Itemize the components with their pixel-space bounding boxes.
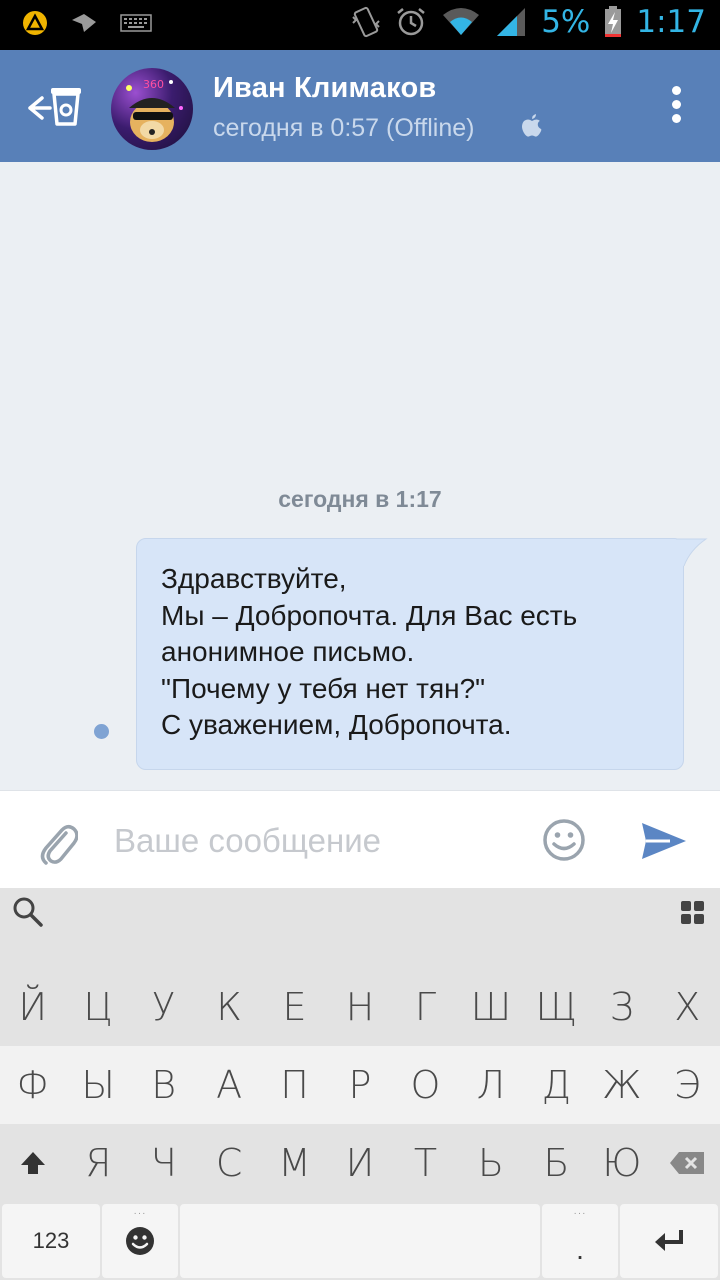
compose-bar <box>0 790 720 888</box>
key[interactable]: Н <box>327 968 392 1046</box>
key[interactable]: Е <box>262 968 327 1046</box>
paperclip-icon[interactable] <box>36 819 78 867</box>
last-seen-status: сегодня в 0:57 (Offline) <box>213 114 475 142</box>
backspace-icon <box>670 1152 705 1174</box>
key[interactable]: Д <box>524 1046 589 1124</box>
apple-icon <box>522 114 542 137</box>
key[interactable]: Б <box>524 1124 589 1202</box>
key[interactable]: Я <box>65 1124 130 1202</box>
contact-name[interactable]: Иван Климаков <box>213 72 436 105</box>
key[interactable]: М <box>262 1124 327 1202</box>
conversation-header: 360 Иван Климаков сегодня в 0:57 (Offlin… <box>0 50 720 162</box>
key[interactable]: Р <box>327 1046 392 1124</box>
key[interactable]: В <box>131 1046 196 1124</box>
keyboard-toolbar <box>0 888 720 968</box>
key[interactable]: Ы <box>65 1046 130 1124</box>
svg-text:360: 360 <box>143 78 164 91</box>
clock: 1:17 <box>636 4 706 40</box>
app-notification-icon <box>23 11 47 35</box>
long-press-dots: ··· <box>133 1208 147 1219</box>
send-arrow-icon[interactable] <box>640 821 688 861</box>
key[interactable]: Ь <box>458 1124 523 1202</box>
key[interactable]: О <box>393 1046 458 1124</box>
soft-keyboard: Й Ц У К Е Н Г Ш Щ З Х Ф Ы В А П Р О Л Д … <box>0 888 720 1280</box>
enter-key[interactable] <box>620 1204 718 1278</box>
date-separator: сегодня в 1:17 <box>278 486 442 512</box>
battery-percent: 5% <box>541 4 591 40</box>
key[interactable]: Ф <box>0 1046 65 1124</box>
key[interactable]: А <box>196 1046 261 1124</box>
avatar[interactable]: 360 <box>111 68 193 150</box>
key[interactable]: Ч <box>131 1124 196 1202</box>
key[interactable]: Х <box>655 968 720 1046</box>
search-icon[interactable] <box>12 896 44 928</box>
space-key[interactable] <box>180 1204 540 1278</box>
message-list[interactable]: сегодня в 1:17 Здравствуйте, Мы – Доброп… <box>0 162 720 790</box>
shift-key[interactable] <box>0 1124 65 1202</box>
key[interactable]: Ж <box>589 1046 654 1124</box>
key[interactable]: З <box>589 968 654 1046</box>
bubble-tail <box>676 538 708 567</box>
vibrate-icon <box>352 6 380 38</box>
status-bar: 5% 1:17 <box>0 0 720 50</box>
key[interactable]: П <box>262 1046 327 1124</box>
key[interactable]: Э <box>655 1046 720 1124</box>
keyboard-row-2: Ф Ы В А П Р О Л Д Ж Э <box>0 1046 720 1124</box>
emoji-key[interactable]: ··· <box>102 1204 178 1278</box>
unread-indicator <box>94 724 109 739</box>
key[interactable]: И <box>327 1124 392 1202</box>
alarm-icon <box>397 8 425 36</box>
back-arrow-cup-icon[interactable] <box>26 84 86 128</box>
keyboard-row-3: Я Ч С М И Т Ь Б Ю <box>0 1124 720 1202</box>
numbers-key[interactable]: 123 <box>2 1204 100 1278</box>
long-press-dots: ··· <box>573 1208 587 1219</box>
period-key[interactable]: ··· . <box>542 1204 618 1278</box>
keyboard-icon <box>120 14 152 32</box>
period-label: . <box>576 1234 584 1265</box>
key[interactable]: С <box>196 1124 261 1202</box>
message-bubble[interactable]: Здравствуйте, Мы – Добропочта. Для Вас е… <box>136 538 684 770</box>
grid-icon[interactable] <box>680 900 706 926</box>
key[interactable]: Л <box>458 1046 523 1124</box>
key[interactable]: Ц <box>65 968 130 1046</box>
smiley-key-icon <box>126 1227 154 1255</box>
keyboard-row-1: Й Ц У К Е Н Г Ш Щ З Х <box>0 968 720 1046</box>
message-text: Здравствуйте, Мы – Добропочта. Для Вас е… <box>161 563 578 740</box>
key[interactable]: Щ <box>524 968 589 1046</box>
shift-icon <box>20 1152 45 1174</box>
battery-charging-icon <box>605 6 622 37</box>
key[interactable]: У <box>131 968 196 1046</box>
key[interactable]: Ш <box>458 968 523 1046</box>
doge-avatar-icon: 360 <box>126 78 183 142</box>
overflow-menu-icon[interactable] <box>664 86 688 130</box>
key[interactable]: Т <box>393 1124 458 1202</box>
signal-icon <box>497 8 526 36</box>
send-icon <box>72 14 96 32</box>
key[interactable]: К <box>196 968 261 1046</box>
backspace-key[interactable] <box>655 1124 720 1202</box>
key[interactable]: Г <box>393 968 458 1046</box>
message-input[interactable] <box>114 815 514 867</box>
wifi-icon <box>443 8 480 35</box>
keyboard-bottom-row: 123 ··· ··· . <box>0 1202 720 1280</box>
enter-icon <box>655 1230 683 1251</box>
key[interactable]: Ю <box>589 1124 654 1202</box>
smiley-icon[interactable] <box>542 818 586 862</box>
key[interactable]: Й <box>0 968 65 1046</box>
